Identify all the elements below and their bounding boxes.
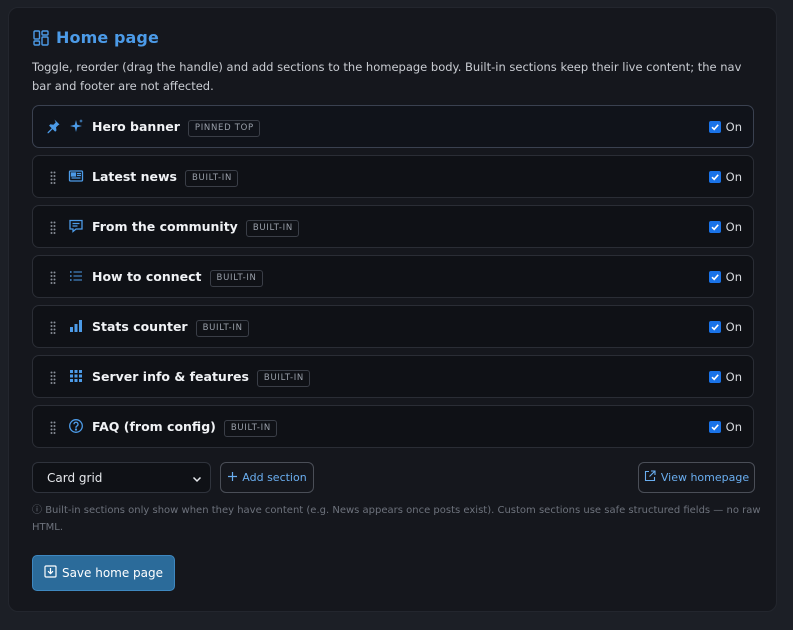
section-name: Stats counter <box>92 319 188 334</box>
section-type-select[interactable]: Card grid <box>32 462 211 493</box>
section-label: How to connect BUILT-IN <box>92 269 263 287</box>
section-toggle[interactable]: On <box>708 120 742 134</box>
section-row-how-to-connect[interactable]: How to connect BUILT-IN On <box>32 255 754 298</box>
checkbox-checked[interactable] <box>708 271 721 283</box>
section-row-latest-news[interactable]: Latest news BUILT-IN On <box>32 155 754 198</box>
toggle-label: On <box>725 170 742 184</box>
toggle-label: On <box>725 370 742 384</box>
toggle-label: On <box>725 270 742 284</box>
section-label: Latest news BUILT-IN <box>92 169 239 187</box>
section-name: FAQ (from config) <box>92 419 216 434</box>
section-row-from-the-community[interactable]: From the community BUILT-IN On <box>32 205 754 248</box>
built-in-badge: BUILT-IN <box>256 370 310 387</box>
section-toggle[interactable]: On <box>708 320 742 334</box>
view-homepage-button[interactable]: View homepage <box>638 462 755 493</box>
list-icon <box>68 268 84 284</box>
section-toggle[interactable]: On <box>708 170 742 184</box>
toggle-label: On <box>725 120 742 134</box>
section-toggle[interactable]: On <box>708 370 742 384</box>
add-section-label: Add section <box>242 471 307 484</box>
page-description: Toggle, reorder (drag the handle) and ad… <box>32 60 742 93</box>
built-in-badge: BUILT-IN <box>209 270 263 287</box>
pin-icon <box>45 118 61 134</box>
plus-icon <box>227 471 238 485</box>
drag-handle-icon[interactable] <box>50 320 56 334</box>
save-home-page-button[interactable]: Save home page <box>32 555 175 591</box>
chevron-down-icon <box>192 473 202 483</box>
select-value: Card grid <box>47 470 103 485</box>
built-in-badge: BUILT-IN <box>195 320 249 337</box>
section-label: Server info & features BUILT-IN <box>92 369 310 387</box>
layout-icon <box>32 29 50 47</box>
external-link-icon <box>644 470 656 485</box>
checkbox-checked[interactable] <box>708 221 721 233</box>
section-row-stats-counter[interactable]: Stats counter BUILT-IN On <box>32 305 754 348</box>
built-in-badge: BUILT-IN <box>223 420 277 437</box>
grid-icon <box>68 368 84 384</box>
drag-handle-icon[interactable] <box>50 270 56 284</box>
view-homepage-label: View homepage <box>660 471 750 484</box>
info-note: ⓘ Built-in sections only show when they … <box>32 502 762 536</box>
save-label: Save home page <box>61 566 164 580</box>
toggle-label: On <box>725 320 742 334</box>
toggle-label: On <box>725 220 742 234</box>
drag-handle-icon[interactable] <box>50 370 56 384</box>
section-toggle[interactable]: On <box>708 270 742 284</box>
section-name: How to connect <box>92 269 202 284</box>
toggle-label: On <box>725 420 742 434</box>
newspaper-icon <box>68 168 84 184</box>
info-note-text: Built-in sections only show when they ha… <box>32 505 761 533</box>
section-row-hero-banner: Hero banner PINNED TOP On <box>32 105 754 148</box>
section-label: Stats counter BUILT-IN <box>92 319 249 337</box>
sparkle-icon <box>68 118 84 134</box>
question-icon <box>68 418 84 434</box>
checkbox-checked[interactable] <box>708 121 721 133</box>
section-toggle[interactable]: On <box>708 420 742 434</box>
section-row-faq[interactable]: FAQ (from config) BUILT-IN On <box>32 405 754 448</box>
section-name: Latest news <box>92 169 177 184</box>
section-label: From the community BUILT-IN <box>92 219 299 237</box>
info-icon: ⓘ <box>32 505 46 516</box>
checkbox-checked[interactable] <box>708 421 721 433</box>
home-page-card: Home page Toggle, reorder (drag the hand… <box>8 7 777 612</box>
chat-icon <box>68 218 84 234</box>
add-section-button[interactable]: Add section <box>220 462 314 493</box>
card-header: Home page <box>32 28 159 47</box>
page-title: Home page <box>56 28 159 47</box>
section-name: Server info & features <box>92 369 249 384</box>
drag-handle-icon[interactable] <box>50 420 56 434</box>
checkbox-checked[interactable] <box>708 171 721 183</box>
bar-chart-icon <box>68 318 84 334</box>
section-label: Hero banner PINNED TOP <box>92 119 260 137</box>
section-toggle[interactable]: On <box>708 220 742 234</box>
section-label: FAQ (from config) BUILT-IN <box>92 419 277 437</box>
drag-handle-icon[interactable] <box>50 170 56 184</box>
checkbox-checked[interactable] <box>708 321 721 333</box>
save-icon <box>44 565 57 581</box>
pinned-badge: PINNED TOP <box>187 120 260 137</box>
built-in-badge: BUILT-IN <box>185 170 239 187</box>
drag-handle-icon[interactable] <box>50 220 56 234</box>
built-in-badge: BUILT-IN <box>245 220 299 237</box>
checkbox-checked[interactable] <box>708 371 721 383</box>
section-name: From the community <box>92 219 238 234</box>
section-name: Hero banner <box>92 119 180 134</box>
section-row-server-info[interactable]: Server info & features BUILT-IN On <box>32 355 754 398</box>
